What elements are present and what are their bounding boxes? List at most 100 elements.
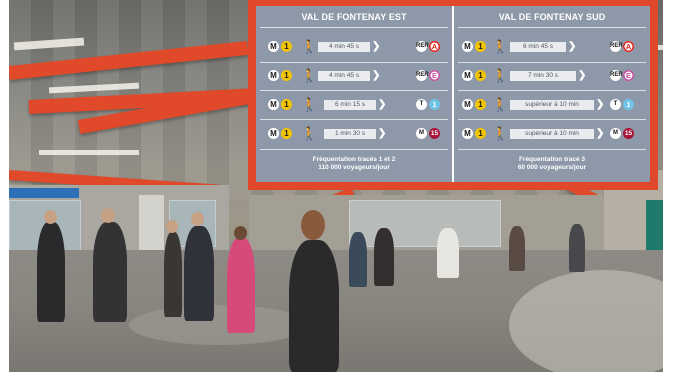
walk-time: 4 min 45 s [318,71,370,81]
ceiling-light [39,150,139,155]
commuter-head [301,210,325,240]
scene: VAL DE FONTENAY EST M 1 🚶 4 min 45 s ❯ R… [0,0,674,380]
pedestrian-icon: 🚶 [492,39,509,54]
connection-row: M 1 🚶 7 min 30 s ❯ RER E [454,65,650,87]
walk-time: 7 min 30 s [510,71,576,81]
chevron-right-icon: ❯ [596,128,605,139]
ridership-value: 110 000 voyageurs/jour [318,164,390,171]
commuter [184,226,214,321]
rer-icon: RER [416,70,429,81]
walk-time: 6 min 15 s [324,100,376,110]
chevron-right-icon: ❯ [578,70,587,81]
ridership-label: Fréquentation tracés 1 et 2 [312,156,396,163]
divider-line [260,27,448,28]
metro-icon: M [610,128,621,139]
commuter [289,240,339,372]
column-val-de-fontenay-est: VAL DE FONTENAY EST M 1 🚶 4 min 45 s ❯ R… [256,6,452,182]
column-title: VAL DE FONTENAY SUD [498,12,606,22]
metro-icon: M [462,70,473,81]
commuter [437,228,459,278]
metro-icon: M [268,99,279,110]
chevron-right-icon: ❯ [378,128,387,139]
commuter [227,238,255,333]
metro-line-1-icon: 1 [281,128,292,139]
divider-line [458,119,646,120]
divider-line [260,90,448,91]
connection-row: M 1 🚶 6 min 45 s ❯ RER A [454,36,650,58]
chevron-right-icon: ❯ [372,70,381,81]
pedestrian-icon: 🚶 [492,68,509,83]
rer-icon: RER [610,41,623,52]
pedestrian-icon: 🚶 [301,97,318,112]
ridership-note: Fréquentation tracés 1 et 2 110 000 voya… [256,156,452,172]
metro-line-1-icon: 1 [475,99,486,110]
column-val-de-fontenay-sud: VAL DE FONTENAY SUD M 1 🚶 6 min 45 s ❯ R… [454,6,650,182]
commuter-head [191,212,204,226]
connection-row: M 1 🚶 4 min 45 s ❯ RER E [256,65,452,87]
metro-icon: M [462,99,473,110]
metro-line-1-icon: 1 [475,41,486,52]
commuter [164,232,182,317]
metro-line-1-icon: 1 [281,41,292,52]
commuter [349,232,367,287]
commuter-head [44,210,57,224]
divider-line [260,119,448,120]
pedestrian-icon: 🚶 [301,68,318,83]
chevron-right-icon: ❯ [372,41,381,52]
pedestrian-icon: 🚶 [301,39,318,54]
metro-15-icon: 15 [429,128,440,139]
divider-line [458,62,646,63]
walk-time: 1 min 30 s [324,129,376,139]
metro-icon: M [416,128,427,139]
rer-icon: RER [610,70,623,81]
back-window [349,200,501,247]
rer-icon: RER [416,41,429,52]
metro-icon: M [462,128,473,139]
connection-row: M 1 🚶 supérieur à 10 min ❯ T 1 [454,94,650,116]
metro-icon: M [268,128,279,139]
column-title: VAL DE FONTENAY EST [301,12,407,22]
rer-a-icon: A [623,41,634,52]
ridership-value: 60 000 voyageurs/jour [517,164,587,171]
chevron-right-icon: ❯ [568,41,577,52]
commuter [37,222,65,322]
tram-t1-icon: 1 [429,99,440,110]
rer-a-icon: A [429,41,440,52]
metro-line-1-icon: 1 [475,70,486,81]
connection-row: M 1 🚶 supérieur à 10 min ❯ M 15 [454,123,650,145]
pedestrian-icon: 🚶 [492,126,509,141]
divider-line [458,149,646,150]
metro-15-icon: 15 [623,128,634,139]
metro-line-1-icon: 1 [281,99,292,110]
tram-icon: T [416,99,427,110]
metro-line-1-icon: 1 [281,70,292,81]
metro-icon: M [462,41,473,52]
ridership-label: Fréquentation tracé 3 [518,156,586,163]
rer-e-icon: E [429,70,440,81]
tram-icon: T [610,99,621,110]
transfer-info-table: VAL DE FONTENAY EST M 1 🚶 4 min 45 s ❯ R… [256,6,650,182]
pedestrian-icon: 🚶 [492,97,509,112]
transfer-info-panel: VAL DE FONTENAY EST M 1 🚶 4 min 45 s ❯ R… [248,0,658,190]
pedestrian-icon: 🚶 [301,126,318,141]
floor-marking [509,270,663,372]
divider-line [458,27,646,28]
metro-icon: M [268,41,279,52]
commuter [374,228,394,286]
walk-time: 6 min 45 s [510,42,566,52]
chevron-right-icon: ❯ [596,99,605,110]
commuter [93,222,127,322]
commuter-head [166,220,178,233]
divider-line [260,149,448,150]
wall-column [139,195,164,255]
commuter [569,224,585,272]
rer-e-icon: E [623,70,634,81]
chevron-right-icon: ❯ [378,99,387,110]
ticket-office-sign [9,188,79,198]
commuter-head [234,226,247,240]
connection-row: M 1 🚶 4 min 45 s ❯ RER A [256,36,452,58]
walk-time: 4 min 45 s [318,42,370,52]
divider-line [458,90,646,91]
connection-row: M 1 🚶 1 min 30 s ❯ M 15 [256,123,452,145]
metro-line-1-icon: 1 [475,128,486,139]
